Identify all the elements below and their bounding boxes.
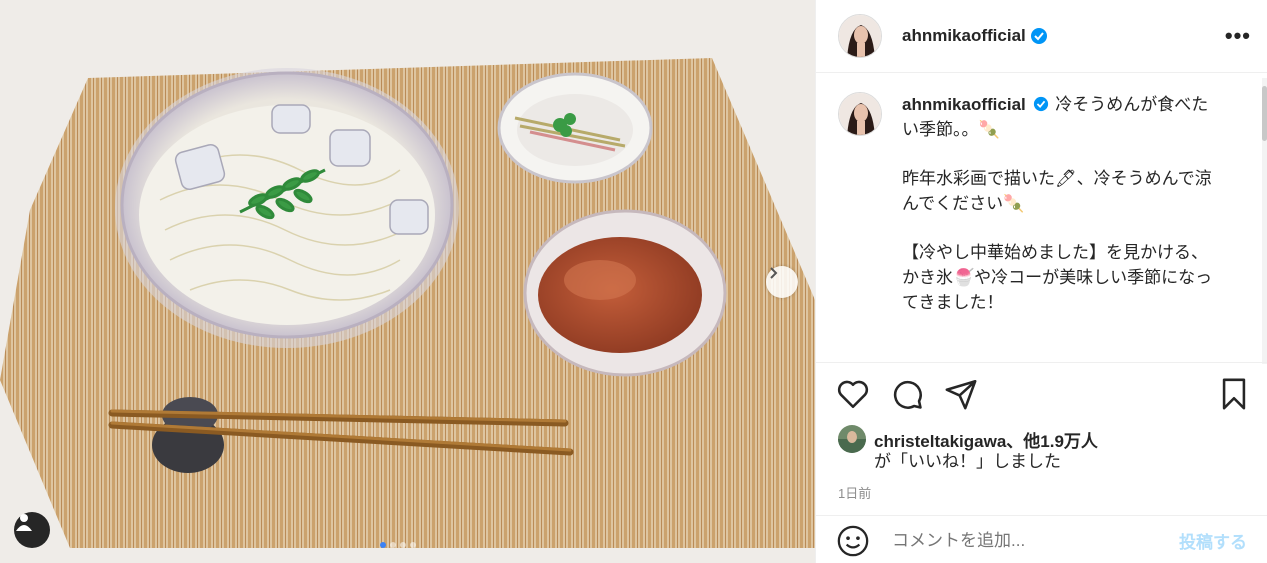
caption-text: ahnmikaofficial 冷そうめんが食べたい季節。。🍡 昨年水彩画で描い…	[902, 92, 1222, 339]
user-tag-icon	[16, 514, 32, 531]
verified-badge-icon	[1030, 28, 1047, 44]
comment-input[interactable]	[892, 530, 1162, 551]
liker-photo	[838, 425, 866, 453]
carousel-indicator	[380, 542, 416, 548]
post-details-panel: ahnmikaofficial ••• ahnmikaofficial 冷そうめ…	[815, 0, 1267, 563]
caption-scrollbar[interactable]	[1262, 78, 1267, 364]
post-actions: christeltakigawa、他1.9万人 が「いいね！」しました 1日前 …	[816, 362, 1267, 562]
avatar[interactable]	[838, 14, 882, 58]
profile-photo	[839, 93, 881, 135]
like-button[interactable]	[836, 377, 870, 411]
post-author-username[interactable]: ahnmikaofficial	[902, 26, 1026, 46]
carousel-dot-active	[380, 542, 386, 548]
post-header: ahnmikaofficial •••	[816, 0, 1267, 73]
likes-suffix: が「いいね！」しました	[874, 452, 1061, 471]
chevron-right-icon	[770, 267, 778, 279]
share-icon	[945, 379, 977, 410]
more-options-button[interactable]: •••	[1225, 23, 1251, 49]
caption-paragraph: 昨年水彩画で描いた🖊、冷そうめんで涼んでください🍡	[902, 169, 1212, 213]
post-image[interactable]	[0, 0, 815, 563]
comment-button[interactable]	[890, 377, 924, 411]
emoji-icon[interactable]	[836, 524, 870, 558]
heart-icon	[837, 380, 869, 409]
bookmark-icon	[1222, 378, 1246, 410]
share-button[interactable]	[944, 377, 978, 411]
liker-avatar[interactable]	[838, 425, 866, 453]
save-button[interactable]	[1217, 377, 1251, 411]
post-timestamp[interactable]: 1日前	[838, 483, 871, 502]
tagged-users-button[interactable]	[14, 512, 50, 548]
post-comment-button[interactable]: 投稿する	[1179, 528, 1247, 553]
watercolor-illustration	[0, 0, 815, 563]
comment-icon	[893, 380, 922, 409]
next-image-button[interactable]	[766, 266, 798, 298]
carousel-dot	[410, 542, 416, 548]
comment-bar: 投稿する	[816, 515, 1267, 563]
carousel-dot	[390, 542, 396, 548]
caption-paragraph: 【冷やし中華始めました】を見かける、かき氷🍧や冷コーが美味しい季節になってきまし…	[902, 243, 1213, 312]
verified-badge-icon	[1033, 96, 1048, 112]
profile-photo	[839, 15, 881, 57]
carousel-dot	[400, 542, 406, 548]
caption-section: ahnmikaofficial 冷そうめんが食べたい季節。。🍡 昨年水彩画で描い…	[838, 92, 1267, 358]
caption-username[interactable]: ahnmikaofficial	[902, 95, 1026, 114]
caption-avatar[interactable]	[838, 92, 882, 136]
